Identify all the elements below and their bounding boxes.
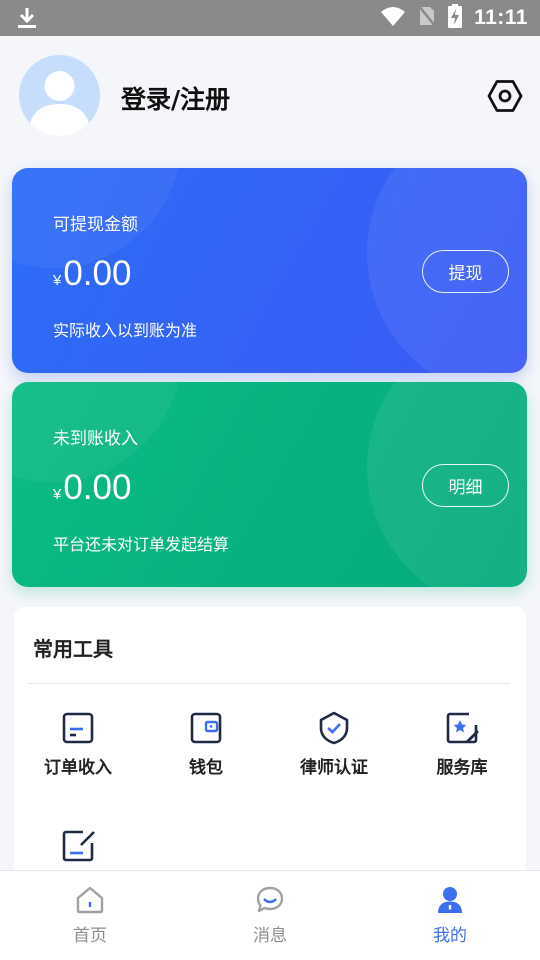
order-income-icon bbox=[62, 712, 94, 744]
tool-label: 律师认证 bbox=[300, 758, 368, 778]
avatar[interactable] bbox=[19, 55, 100, 136]
clock: 11:11 bbox=[474, 6, 528, 29]
withdrawable-balance-card: 可提现金额 ¥0.00 实际收入以到账为准 提现 bbox=[12, 168, 527, 373]
home-icon bbox=[76, 886, 104, 914]
no-sim-icon bbox=[418, 5, 437, 31]
tab-home[interactable]: 首页 bbox=[0, 871, 180, 960]
section-title: 常用工具 bbox=[33, 637, 113, 661]
login-register-link[interactable]: 登录/注册 bbox=[121, 80, 230, 116]
lawyer-certify-icon bbox=[319, 711, 349, 745]
tab-profile[interactable]: 我的 bbox=[360, 871, 540, 960]
profile-header: 登录/注册 bbox=[0, 36, 540, 166]
amount-value: 0.00 bbox=[63, 254, 132, 293]
withdrawable-note: 实际收入以到账为准 bbox=[53, 321, 198, 340]
tool-lawyer-certification[interactable]: 律师认证 bbox=[270, 711, 398, 791]
pending-income-note: 平台还未对订单发起结算 bbox=[53, 535, 230, 554]
edit-icon bbox=[62, 830, 95, 862]
tool-service-library[interactable]: 服务库 bbox=[398, 711, 526, 791]
tool-label: 订单收入 bbox=[44, 758, 112, 778]
withdrawable-label: 可提现金额 bbox=[53, 215, 138, 235]
message-icon bbox=[256, 886, 284, 913]
settings-button[interactable] bbox=[486, 77, 524, 115]
status-bar: 11:11 bbox=[0, 0, 540, 36]
settings-hexagon-icon bbox=[487, 80, 523, 112]
currency-symbol: ¥ bbox=[53, 486, 62, 503]
tool-wallet[interactable]: 钱包 bbox=[142, 711, 270, 791]
divider bbox=[28, 683, 510, 684]
tab-label: 消息 bbox=[253, 926, 287, 946]
profile-icon bbox=[438, 887, 462, 913]
withdraw-button[interactable]: 提现 bbox=[422, 250, 509, 293]
tab-label: 我的 bbox=[433, 926, 467, 946]
pending-income-card: 未到账收入 ¥0.00 平台还未对订单发起结算 明细 bbox=[12, 382, 527, 587]
battery-charging-icon bbox=[448, 4, 463, 32]
withdrawable-amount: ¥0.00 bbox=[53, 254, 131, 301]
common-tools-panel: 常用工具 订单收入 钱包 律师认证 服务库 bbox=[14, 607, 526, 907]
pending-income-label: 未到账收入 bbox=[53, 429, 138, 449]
wifi-icon bbox=[380, 5, 406, 31]
pending-income-amount: ¥0.00 bbox=[53, 468, 131, 515]
download-icon bbox=[16, 6, 38, 34]
details-button[interactable]: 明细 bbox=[422, 464, 509, 507]
tool-label: 钱包 bbox=[189, 758, 223, 778]
tool-order-income[interactable]: 订单收入 bbox=[14, 711, 142, 791]
service-library-icon bbox=[446, 712, 479, 744]
tab-messages[interactable]: 消息 bbox=[180, 871, 360, 960]
avatar-placeholder-icon bbox=[28, 71, 91, 136]
amount-value: 0.00 bbox=[63, 468, 132, 507]
currency-symbol: ¥ bbox=[53, 272, 62, 289]
tab-label: 首页 bbox=[73, 926, 107, 946]
wallet-icon bbox=[190, 712, 222, 744]
bottom-tab-bar: 首页 消息 我的 bbox=[0, 870, 540, 960]
tool-label: 服务库 bbox=[436, 758, 488, 778]
